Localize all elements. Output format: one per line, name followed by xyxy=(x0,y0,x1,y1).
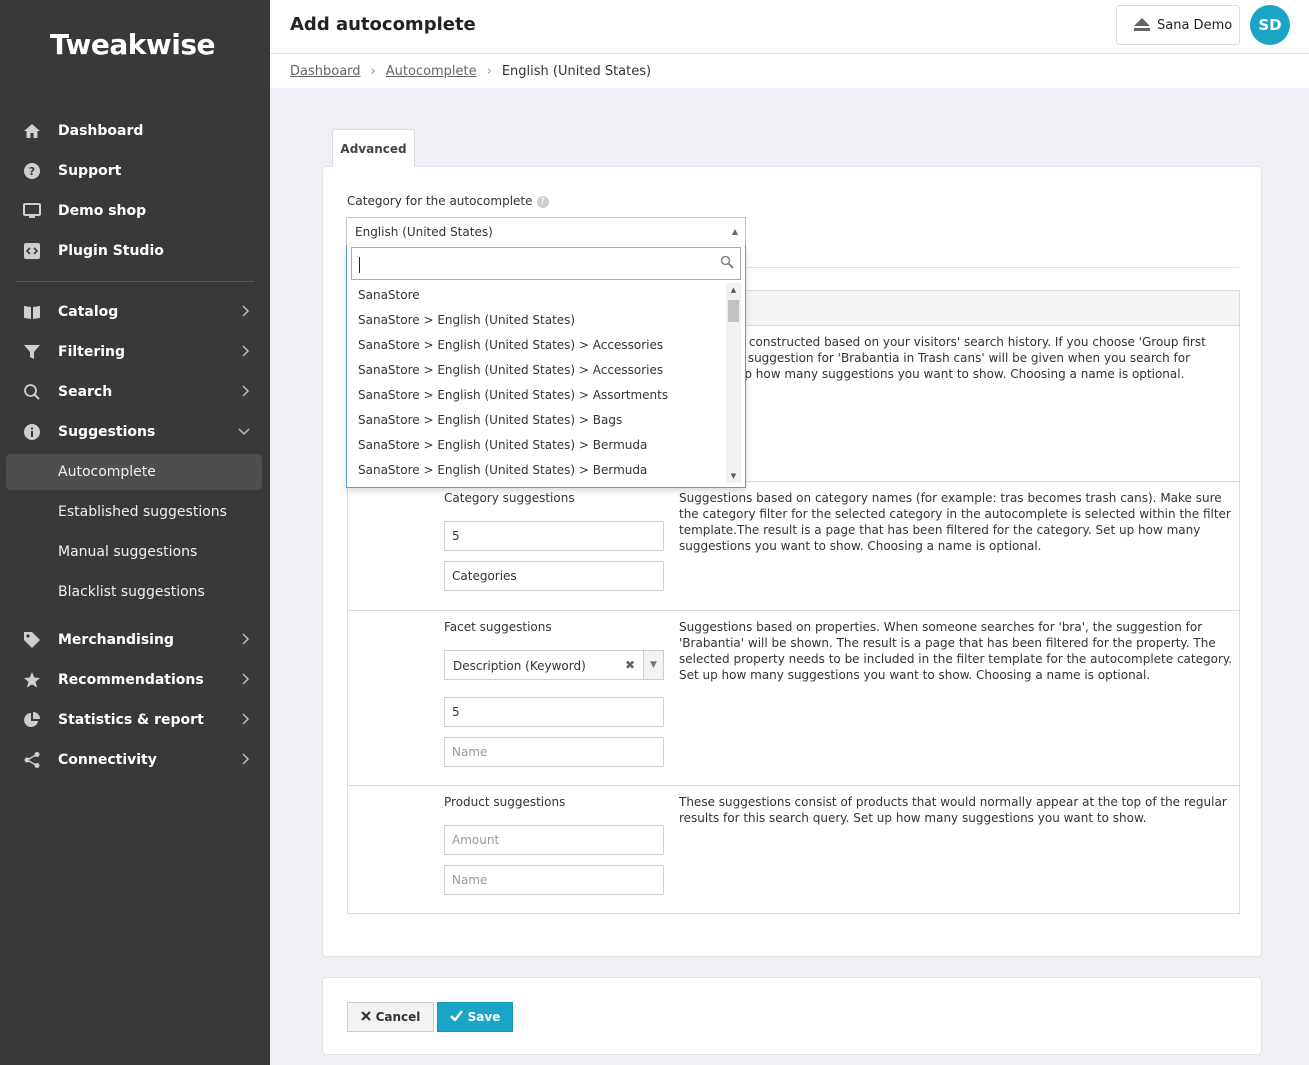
dropdown-arrow-icon[interactable]: ▼ xyxy=(643,651,663,679)
sidebar-item-merchandising[interactable]: Merchandising xyxy=(6,622,262,658)
category-option[interactable]: SanaStore > English (United States) > As… xyxy=(347,383,725,408)
category-option[interactable]: SanaStore > English (United States) xyxy=(347,308,725,333)
category-suggestions-description: Suggestions based on category names (for… xyxy=(679,491,1231,553)
check-icon xyxy=(449,1010,463,1024)
sidebar-subitem-autocomplete[interactable]: Autocomplete xyxy=(6,454,262,490)
search-icon xyxy=(22,382,42,402)
facet-suggestions-row: Facet suggestions Suggestions based on p… xyxy=(348,611,1239,786)
pie-chart-icon xyxy=(22,710,42,730)
category-option[interactable]: SanaStore > English (United States) > Ac… xyxy=(347,358,725,383)
share-icon xyxy=(22,750,42,770)
scrollbar-thumb[interactable] xyxy=(728,300,739,322)
category-search-input[interactable] xyxy=(351,247,741,280)
funnel-icon xyxy=(22,342,42,362)
facet-amount-input[interactable]: 5 xyxy=(444,697,664,727)
facet-suggestions-title: Facet suggestions xyxy=(444,620,552,634)
category-option[interactable]: SanaStore > English (United States) > Be… xyxy=(347,458,725,483)
breadcrumb-bar: Dashboard › Autocomplete › English (Unit… xyxy=(270,54,1309,88)
category-option[interactable]: SanaStore > English (United States) > Be… xyxy=(347,433,725,458)
save-button[interactable]: Save xyxy=(437,1002,513,1032)
product-name-input[interactable]: Name xyxy=(444,865,664,895)
sidebar-item-demo-shop[interactable]: Demo shop xyxy=(6,193,262,229)
chevron-right-icon xyxy=(242,752,250,768)
category-name-input[interactable]: Categories xyxy=(444,561,664,591)
product-amount-input[interactable]: Amount xyxy=(444,825,664,855)
page-title: Add autocomplete xyxy=(290,14,476,35)
scroll-up-icon[interactable]: ▲ xyxy=(726,283,741,297)
category-option[interactable]: SanaStore > English (United States) > Ac… xyxy=(347,333,725,358)
breadcrumb-autocomplete-link[interactable]: Autocomplete xyxy=(386,64,477,79)
sidebar-item-suggestions[interactable]: Suggestions xyxy=(6,414,262,450)
top-header: Add autocomplete Sana Demo SD xyxy=(270,0,1309,54)
sidebar: Tweakwise Dashboard ? Support Demo shop … xyxy=(0,0,270,1065)
sidebar-item-plugin-studio[interactable]: Plugin Studio xyxy=(6,233,262,269)
category-option[interactable]: SanaStore xyxy=(347,283,725,308)
category-select[interactable]: English (United States) ▲ xyxy=(346,217,746,246)
chevron-right-icon xyxy=(242,304,250,320)
breadcrumb-dashboard-link[interactable]: Dashboard xyxy=(290,64,361,79)
scroll-down-icon[interactable]: ▼ xyxy=(726,469,741,483)
sidebar-divider xyxy=(16,281,254,282)
sidebar-item-dashboard[interactable]: Dashboard xyxy=(6,113,262,149)
category-amount-input[interactable]: 5 xyxy=(444,521,664,551)
category-field-label: Category for the autocomplete? xyxy=(347,194,549,208)
text-cursor xyxy=(359,257,360,273)
sidebar-subitem-established-suggestions[interactable]: Established suggestions xyxy=(6,494,262,530)
product-suggestions-row: Product suggestions These suggestions co… xyxy=(348,786,1239,915)
eject-icon xyxy=(1133,18,1151,36)
svg-text:?: ? xyxy=(29,165,35,178)
chevron-right-icon xyxy=(242,632,250,648)
product-suggestions-description: These suggestions consist of products th… xyxy=(679,795,1227,825)
tag-icon xyxy=(22,630,42,650)
category-options-list: SanaStore SanaStore > English (United St… xyxy=(347,283,725,483)
section-divider xyxy=(747,267,1239,268)
breadcrumb-separator-icon: › xyxy=(486,64,492,79)
sidebar-subitem-blacklist-suggestions[interactable]: Blacklist suggestions xyxy=(6,574,262,610)
sidebar-item-connectivity[interactable]: Connectivity xyxy=(6,742,262,778)
monitor-icon xyxy=(22,201,42,221)
facet-property-select[interactable]: Description (Keyword) ✖ ▼ xyxy=(444,650,664,680)
clear-icon[interactable]: ✖ xyxy=(625,658,635,672)
close-icon xyxy=(360,1010,371,1024)
chevron-right-icon xyxy=(242,384,250,400)
chevron-right-icon xyxy=(242,344,250,360)
sidebar-item-search[interactable]: Search xyxy=(6,374,262,410)
sidebar-item-catalog[interactable]: Catalog xyxy=(6,294,262,330)
facet-name-input[interactable]: Name xyxy=(444,737,664,767)
chevron-down-icon xyxy=(238,425,250,439)
tweakwise-logo[interactable]: Tweakwise xyxy=(50,28,216,61)
category-suggestions-title: Category suggestions xyxy=(444,491,575,505)
sidebar-item-statistics-report[interactable]: Statistics & report xyxy=(6,702,262,738)
code-icon xyxy=(22,241,42,261)
search-history-description: estions are constructed based on your vi… xyxy=(679,335,1206,381)
star-icon xyxy=(22,670,42,690)
chevron-up-icon: ▲ xyxy=(731,227,738,236)
search-icon xyxy=(720,255,734,273)
category-dropdown: SanaStore SanaStore > English (United St… xyxy=(346,245,746,488)
avatar[interactable]: SD xyxy=(1250,5,1290,45)
chevron-right-icon xyxy=(242,712,250,728)
chevron-right-icon xyxy=(242,672,250,688)
sidebar-subitem-manual-suggestions[interactable]: Manual suggestions xyxy=(6,534,262,570)
question-icon: ? xyxy=(22,161,42,181)
tab-advanced[interactable]: Advanced xyxy=(332,129,415,167)
facet-suggestions-description: Suggestions based on properties. When so… xyxy=(679,620,1233,682)
sidebar-item-support[interactable]: ? Support xyxy=(6,153,262,189)
breadcrumb-separator-icon: › xyxy=(370,64,376,79)
breadcrumb-current: English (United States) xyxy=(501,64,652,79)
home-icon xyxy=(22,121,42,141)
category-suggestions-row: Category suggestions Suggestions based o… xyxy=(348,482,1239,611)
help-icon[interactable]: ? xyxy=(536,195,549,208)
dropdown-scrollbar[interactable]: ▲ ▼ xyxy=(726,283,741,483)
sidebar-item-recommendations[interactable]: Recommendations xyxy=(6,662,262,698)
account-switcher-button[interactable]: Sana Demo xyxy=(1116,5,1240,45)
form-actions: Cancel Save xyxy=(322,977,1262,1055)
cancel-button[interactable]: Cancel xyxy=(347,1002,434,1032)
sidebar-item-filtering[interactable]: Filtering xyxy=(6,334,262,370)
book-icon xyxy=(22,302,42,322)
product-suggestions-title: Product suggestions xyxy=(444,795,566,809)
category-option[interactable]: SanaStore > English (United States) > Ba… xyxy=(347,408,725,433)
breadcrumb: Dashboard › Autocomplete › English (Unit… xyxy=(290,64,651,79)
info-icon xyxy=(22,422,42,442)
